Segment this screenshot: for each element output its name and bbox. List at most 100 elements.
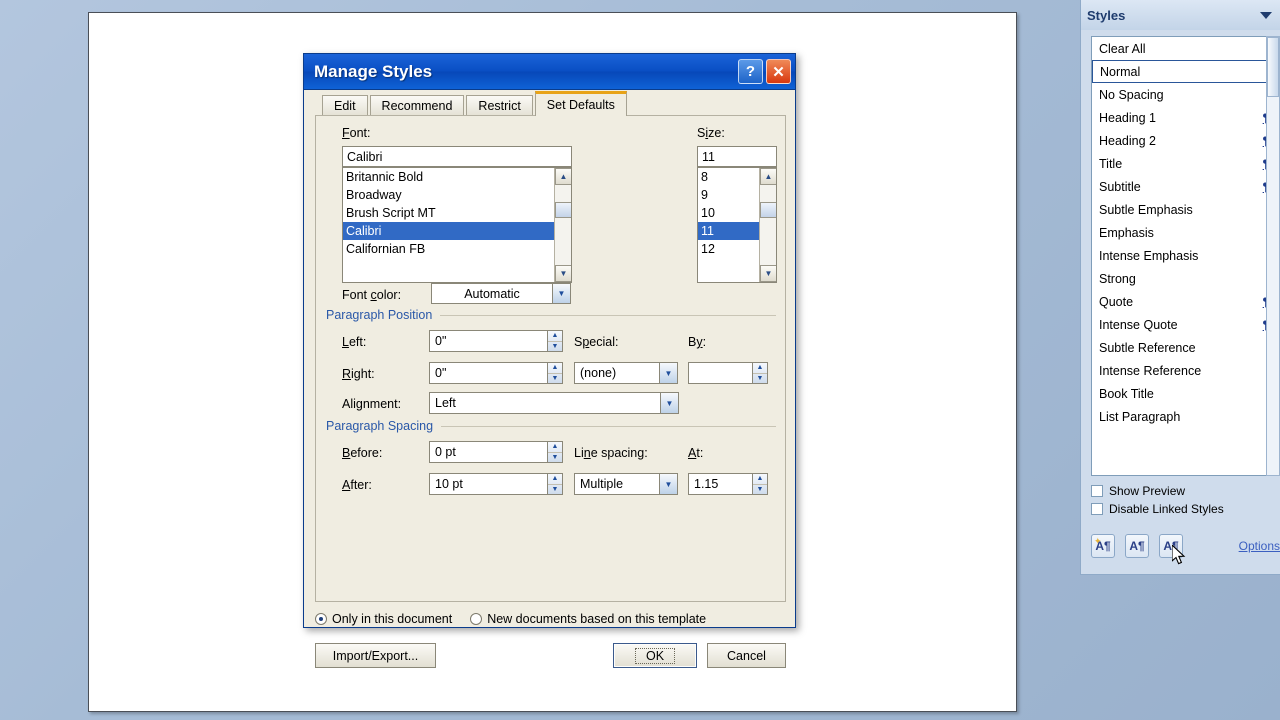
style-list-item[interactable]: Subtle Emphasisa xyxy=(1092,198,1280,221)
size-list-item[interactable]: 8 xyxy=(698,168,760,186)
chevron-down-icon[interactable]: ▼ xyxy=(660,393,678,413)
size-list-item[interactable]: 10 xyxy=(698,204,760,222)
style-list-item-label: Title xyxy=(1099,156,1123,171)
ok-button[interactable]: OK xyxy=(613,643,697,668)
line-spacing-combobox[interactable]: Multiple ▼ xyxy=(574,473,678,495)
tab-set-defaults[interactable]: Set Defaults xyxy=(534,91,627,116)
tab-restrict[interactable]: Restrict xyxy=(466,95,533,116)
radio-only-this-document-input[interactable] xyxy=(315,613,327,625)
style-list-item[interactable]: Heading 2¶a xyxy=(1092,129,1280,152)
styles-list[interactable]: Clear All Normal¶No Spacing¶Heading 1¶aHe… xyxy=(1091,36,1280,476)
tab-recommend[interactable]: Recommend xyxy=(369,95,465,116)
font-list-item[interactable]: Broadway xyxy=(343,186,555,204)
style-list-item[interactable]: No Spacing¶ xyxy=(1092,83,1280,106)
by-stepper[interactable]: ▲ ▼ xyxy=(752,363,767,383)
style-list-item[interactable]: Intense Quote¶a xyxy=(1092,313,1280,336)
right-indent-stepper[interactable]: ▲ ▼ xyxy=(547,363,562,383)
special-combobox[interactable]: (none) ▼ xyxy=(574,362,678,384)
tab-label: Restrict xyxy=(478,99,521,113)
font-list-item[interactable]: Calibri xyxy=(343,222,555,240)
sparkle-icon: ✦ xyxy=(1094,536,1102,546)
set-defaults-panel: Font: Size: Calibri Britannic Bold Broadw… xyxy=(315,115,786,602)
size-list-item[interactable]: 9 xyxy=(698,186,760,204)
font-listbox[interactable]: Britannic Bold Broadway Brush Script MT Cal… xyxy=(342,167,572,283)
scroll-down-icon[interactable]: ▼ xyxy=(760,265,776,282)
size-list-item[interactable]: 11 xyxy=(698,222,760,240)
help-button[interactable]: ? xyxy=(738,59,763,84)
font-color-combobox[interactable]: Automatic ▼ xyxy=(431,283,571,304)
new-style-button[interactable]: ✦ A¶ xyxy=(1091,534,1115,558)
options-link[interactable]: Options xyxy=(1239,539,1280,553)
style-list-item[interactable]: Title¶a xyxy=(1092,152,1280,175)
styles-pane-footer: Show Preview Disable Linked Styles xyxy=(1091,482,1280,518)
disable-linked-styles-checkbox[interactable] xyxy=(1091,503,1103,515)
import-export-button[interactable]: Import/Export... xyxy=(315,643,436,668)
at-input[interactable]: 1.15 ▲ ▼ xyxy=(688,473,768,495)
size-input[interactable]: 11 xyxy=(697,146,777,167)
style-list-item-label: Subtle Emphasis xyxy=(1099,202,1193,217)
style-list-item[interactable]: Emphasisa xyxy=(1092,221,1280,244)
manage-styles-button[interactable]: A¶ xyxy=(1159,534,1183,558)
radio-new-documents[interactable]: New documents based on this template xyxy=(470,612,706,626)
font-list-item[interactable]: Californian FB xyxy=(343,240,555,258)
style-list-item-label: Clear All xyxy=(1099,41,1146,56)
at-stepper[interactable]: ▲ ▼ xyxy=(752,474,767,494)
alignment-label: Alignment: xyxy=(342,397,402,411)
style-list-item[interactable]: Intense Referencea xyxy=(1092,359,1280,382)
chevron-down-icon[interactable]: ▼ xyxy=(659,363,677,383)
spacing-after-stepper[interactable]: ▲ ▼ xyxy=(547,474,562,494)
styles-list-scrollbar[interactable] xyxy=(1266,36,1280,476)
chevron-down-icon[interactable]: ▼ xyxy=(552,284,570,303)
style-list-item-label: Emphasis xyxy=(1099,225,1154,240)
chevron-down-icon[interactable] xyxy=(1260,11,1272,19)
style-list-item[interactable]: Subtle Referencea xyxy=(1092,336,1280,359)
size-listbox[interactable]: 8 9 10 11 12 ▲ ▼ xyxy=(697,167,777,283)
style-list-item[interactable]: Subtitle¶a xyxy=(1092,175,1280,198)
font-input[interactable]: Calibri xyxy=(342,146,572,167)
font-list-item[interactable]: Britannic Bold xyxy=(343,168,555,186)
by-input[interactable]: ▲ ▼ xyxy=(688,362,768,384)
chevron-down-icon[interactable]: ▼ xyxy=(659,474,677,494)
radio-only-this-document[interactable]: Only in this document xyxy=(315,612,452,626)
style-list-item[interactable]: Normal¶ xyxy=(1092,60,1280,83)
scrollbar-thumb[interactable] xyxy=(1267,37,1279,97)
scrollbar-thumb[interactable] xyxy=(760,202,776,218)
style-list-item[interactable]: Clear All xyxy=(1092,37,1280,60)
style-list-item-label: No Spacing xyxy=(1099,87,1164,102)
size-list-scrollbar[interactable]: ▲ ▼ xyxy=(759,168,776,282)
font-list-item[interactable]: Brush Script MT xyxy=(343,204,555,222)
dialog-titlebar[interactable]: Manage Styles ? ✕ xyxy=(304,54,795,90)
scroll-up-icon[interactable]: ▲ xyxy=(555,168,571,185)
radio-new-documents-input[interactable] xyxy=(470,613,483,625)
at-value: 1.15 xyxy=(694,477,719,491)
style-list-item[interactable]: Quote¶a xyxy=(1092,290,1280,313)
style-list-item[interactable]: Book Titlea xyxy=(1092,382,1280,405)
left-indent-input[interactable]: 0" ▲ ▼ xyxy=(429,330,563,352)
style-list-item[interactable]: Heading 1¶a xyxy=(1092,106,1280,129)
style-list-item-label: Book Title xyxy=(1099,386,1154,401)
tab-edit[interactable]: Edit xyxy=(322,95,368,116)
font-list-scrollbar[interactable]: ▲ ▼ xyxy=(554,168,571,282)
style-list-item[interactable]: Intense Emphasisa xyxy=(1092,244,1280,267)
disable-linked-styles-row[interactable]: Disable Linked Styles xyxy=(1091,500,1280,518)
show-preview-row[interactable]: Show Preview xyxy=(1091,482,1280,500)
scroll-down-icon[interactable]: ▼ xyxy=(555,265,571,282)
left-indent-stepper[interactable]: ▲ ▼ xyxy=(547,331,562,351)
spacing-after-input[interactable]: 10 pt ▲ ▼ xyxy=(429,473,563,495)
close-button[interactable]: ✕ xyxy=(766,59,791,84)
size-list-item[interactable]: 12 xyxy=(698,240,760,258)
spacing-before-input[interactable]: 0 pt ▲ ▼ xyxy=(429,441,563,463)
cancel-button[interactable]: Cancel xyxy=(707,643,786,668)
scroll-up-icon[interactable]: ▲ xyxy=(760,168,776,185)
left-indent-label: Left: xyxy=(342,335,367,349)
style-inspector-button[interactable]: A¶ xyxy=(1125,534,1149,558)
style-list-item[interactable]: Stronga xyxy=(1092,267,1280,290)
style-list-item[interactable]: List Paragraph¶ xyxy=(1092,405,1280,428)
right-indent-input[interactable]: 0" ▲ ▼ xyxy=(429,362,563,384)
spacing-before-stepper[interactable]: ▲ ▼ xyxy=(547,442,562,462)
style-list-item-label: List Paragraph xyxy=(1099,409,1181,424)
radio-new-documents-label: New documents based on this template xyxy=(487,612,707,626)
show-preview-checkbox[interactable] xyxy=(1091,485,1103,497)
alignment-combobox[interactable]: Left ▼ xyxy=(429,392,679,414)
scrollbar-thumb[interactable] xyxy=(555,202,571,218)
